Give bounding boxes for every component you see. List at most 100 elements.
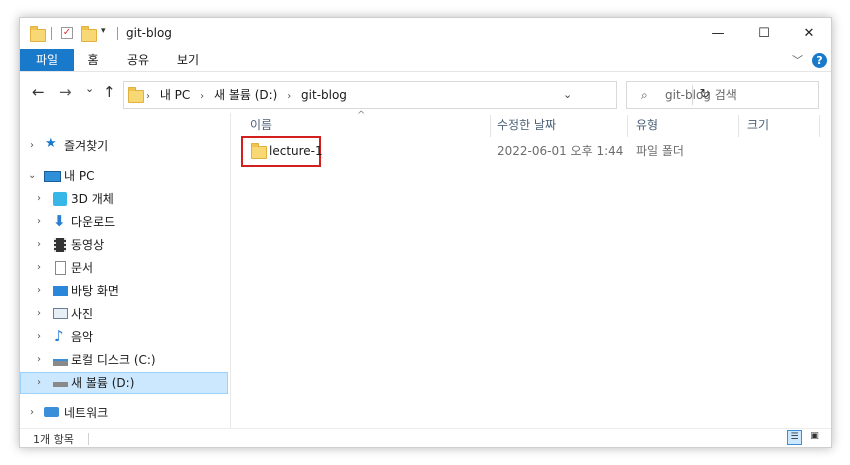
address-dropdown-icon[interactable]: ⌄ <box>563 88 572 101</box>
sidebar-item-3d-objects[interactable]: › 3D 개체 <box>20 188 228 210</box>
star-icon: ★ <box>45 136 57 151</box>
sidebar-item-network[interactable]: › 네트워크 <box>20 402 228 424</box>
column-header-size[interactable]: 크기 <box>747 113 769 137</box>
details-view-icon[interactable]: ☰ <box>787 430 802 445</box>
sidebar-item-quick-access[interactable]: › ★ 즐겨찾기 <box>20 135 228 157</box>
chevron-right-icon[interactable]: › <box>37 372 41 394</box>
music-icon: ♪ <box>54 327 64 345</box>
network-icon <box>44 407 59 417</box>
column-divider[interactable] <box>490 115 491 137</box>
column-header-type[interactable]: 유형 <box>636 113 658 137</box>
breadcrumb-separator: › <box>146 91 150 102</box>
folder-icon <box>251 143 267 159</box>
forward-button[interactable]: → <box>59 83 72 101</box>
window-title: git-blog <box>126 26 172 40</box>
address-bar[interactable]: › 내 PC › 새 볼륨 (D:) › git-blog ⌄ ↻ <box>123 81 710 109</box>
ribbon-tabs: 파일 홈 공유 보기 ﹀ ? <box>20 49 831 71</box>
tab-file[interactable]: 파일 <box>20 49 74 71</box>
sidebar-item-my-pc[interactable]: ⌄ 내 PC <box>20 165 228 187</box>
chevron-right-icon[interactable]: › <box>37 234 41 256</box>
divider <box>88 433 89 445</box>
pc-icon <box>44 171 61 182</box>
help-icon[interactable]: ? <box>812 53 827 68</box>
local-disk-icon <box>53 359 68 366</box>
back-button[interactable]: ← <box>32 83 45 101</box>
file-name[interactable]: lecture-1 <box>269 140 323 162</box>
chevron-down-icon[interactable]: ⌄ <box>28 165 36 187</box>
breadcrumb-git-blog[interactable]: git-blog <box>301 88 347 102</box>
sidebar-item-label: 네트워크 <box>64 406 109 420</box>
folder-icon <box>128 87 144 103</box>
column-header-name[interactable]: 이름 <box>250 113 272 137</box>
chevron-right-icon[interactable]: › <box>37 211 41 233</box>
column-divider[interactable] <box>738 115 739 137</box>
sidebar-item-label: 즐겨찾기 <box>64 139 109 153</box>
chevron-right-icon[interactable]: › <box>30 135 34 157</box>
search-icon: ⌕ <box>641 88 648 102</box>
sidebar-item-documents[interactable]: › 문서 <box>20 257 228 279</box>
file-modified: 2022-06-01 오후 1:44 <box>497 144 624 158</box>
sort-ascending-icon: ^ <box>357 110 366 121</box>
item-count: 1개 항목 <box>33 433 74 446</box>
close-button[interactable]: ✕ <box>786 18 831 49</box>
desktop-icon <box>53 286 68 296</box>
tab-view[interactable]: 보기 <box>168 49 208 71</box>
minimize-button[interactable]: — <box>695 18 741 49</box>
breadcrumb: › 내 PC › 새 볼륨 (D:) › git-blog <box>146 82 353 108</box>
file-type: 파일 폴더 <box>636 144 684 158</box>
sidebar-item-pictures[interactable]: › 사진 <box>20 303 228 325</box>
table-row[interactable]: lecture-1 2022-06-01 오후 1:44 파일 폴더 <box>231 136 831 167</box>
breadcrumb-my-pc[interactable]: 내 PC <box>160 88 190 102</box>
sidebar-item-label: 바탕 화면 <box>71 284 119 298</box>
drive-icon <box>53 382 68 387</box>
chevron-right-icon[interactable]: › <box>37 188 41 210</box>
sidebar-item-label: 새 볼륨 (D:) <box>71 376 135 390</box>
column-divider[interactable] <box>627 115 628 137</box>
divider <box>51 27 52 40</box>
chevron-right-icon[interactable]: › <box>37 257 41 279</box>
breadcrumb-new-volume[interactable]: 새 볼륨 (D:) <box>214 88 277 102</box>
download-icon: ⬇ <box>53 212 66 230</box>
breadcrumb-separator: › <box>200 91 205 102</box>
3d-objects-icon <box>53 192 67 206</box>
document-icon <box>55 261 66 275</box>
chevron-right-icon[interactable]: › <box>37 349 41 371</box>
chevron-right-icon[interactable]: › <box>30 402 34 424</box>
recent-locations-button[interactable]: ⌄ <box>85 82 94 95</box>
sidebar-item-label: 내 PC <box>64 169 95 183</box>
properties-check-icon[interactable]: ✓ <box>61 27 73 39</box>
divider <box>117 27 118 40</box>
chevron-right-icon[interactable]: › <box>37 280 41 302</box>
maximize-button[interactable]: ☐ <box>741 18 787 49</box>
file-list: ^ 이름 수정한 날짜 유형 크기 lecture-1 2022-06-01 오… <box>231 110 831 428</box>
sidebar-item-label: 다운로드 <box>71 215 116 229</box>
ribbon-expand-icon[interactable]: ﹀ <box>792 52 803 68</box>
chevron-right-icon[interactable]: › <box>37 303 41 325</box>
sidebar-item-music[interactable]: › ♪ 음악 <box>20 326 228 348</box>
file-explorer-window: ✓ ▾ git-blog — ☐ ✕ 파일 홈 공유 보기 ﹀ ? ← → ⌄ … <box>19 17 832 448</box>
pictures-icon <box>53 308 68 319</box>
tab-home[interactable]: 홈 <box>78 49 108 71</box>
sidebar-item-videos[interactable]: › 동영상 <box>20 234 228 256</box>
search-input[interactable]: git-blog 검색 <box>665 82 737 108</box>
sidebar-item-label: 로컬 디스크 (C:) <box>71 353 156 367</box>
video-icon <box>54 238 66 252</box>
sidebar-item-downloads[interactable]: › ⬇ 다운로드 <box>20 211 228 233</box>
tab-share[interactable]: 공유 <box>118 49 158 71</box>
navigation-pane: › ★ 즐겨찾기 ⌄ 내 PC › 3D 개체 › ⬇ 다운로드 › 동영상 ›… <box>20 113 231 428</box>
up-button[interactable]: ↑ <box>103 83 116 101</box>
search-box[interactable]: ⌕ git-blog 검색 <box>626 81 819 109</box>
large-icons-view-icon[interactable]: ▣ <box>807 430 822 445</box>
customize-dropdown-icon[interactable]: ▾ <box>101 26 106 36</box>
sidebar-item-label: 동영상 <box>71 238 105 252</box>
sidebar-item-desktop[interactable]: › 바탕 화면 <box>20 280 228 302</box>
sidebar-item-local-disk-c[interactable]: › 로컬 디스크 (C:) <box>20 349 228 371</box>
breadcrumb-separator: › <box>287 91 292 102</box>
sidebar-item-label: 3D 개체 <box>71 192 114 206</box>
column-header-modified[interactable]: 수정한 날짜 <box>497 113 556 137</box>
column-divider[interactable] <box>819 115 820 137</box>
sidebar-item-label: 문서 <box>71 261 94 275</box>
chevron-right-icon[interactable]: › <box>37 326 41 348</box>
title-bar: ✓ ▾ git-blog — ☐ ✕ <box>20 18 831 49</box>
sidebar-item-new-volume-d[interactable]: › 새 볼륨 (D:) <box>20 372 228 394</box>
